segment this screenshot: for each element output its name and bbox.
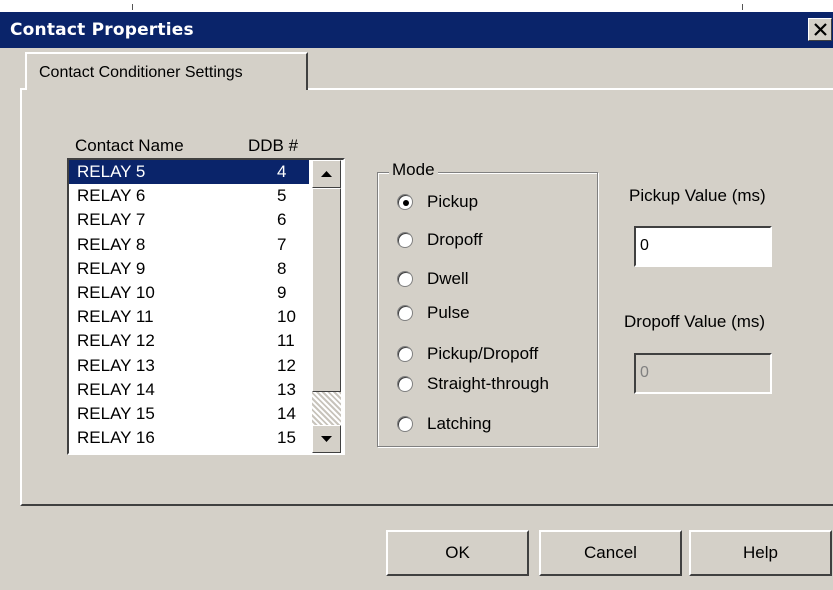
contact-name: RELAY 13 [77,355,155,375]
radio-label: Straight-through [427,374,549,393]
contact-name: RELAY 7 [77,210,146,230]
contact-name: RELAY 10 [77,282,155,302]
pickup-value-input[interactable]: 0 [634,226,772,267]
radio-circle-icon[interactable] [397,194,413,210]
contact-name: RELAY 14 [77,379,155,399]
ddb-number: 4 [277,162,287,181]
top-edge [0,0,833,12]
scroll-track[interactable] [312,392,341,425]
ddb-number: 5 [277,186,287,206]
vertical-scrollbar[interactable] [312,160,341,453]
ddb-number: 11 [277,331,295,351]
contact-name: RELAY 11 [77,307,154,327]
contact-name: RELAY 16 [77,428,155,448]
radio-circle-icon[interactable] [397,376,413,392]
mode-group-label: Mode [389,160,438,180]
dropoff-value-input: 0 [634,353,772,394]
contact-name: RELAY 6 [77,186,146,206]
contact-name: RELAY 9 [77,258,146,278]
help-button[interactable]: Help [689,530,832,576]
scroll-up-button[interactable] [312,160,341,188]
ddb-number: 8 [277,258,287,278]
contact-name: RELAY 15 [77,403,155,423]
list-item[interactable]: RELAY 8 7 [69,233,309,257]
ddb-number-header: DDB # [248,136,299,155]
list-item[interactable]: RELAY 16 15 [69,426,309,450]
ddb-number: 7 [277,234,287,254]
ddb-number: 10 [277,307,296,327]
ddb-number: 13 [277,379,296,399]
title-bar: Contact Properties [0,12,833,48]
list-item[interactable]: RELAY 7 6 [69,208,309,232]
list-item[interactable]: RELAY 15 14 [69,402,309,426]
radio-circle-icon[interactable] [397,416,413,432]
pickup-value-label: Pickup Value (ms) [629,186,766,205]
radio-circle-icon[interactable] [397,271,413,287]
ddb-number: 12 [277,355,296,375]
radio-dot-icon [403,200,409,206]
arrow-up-icon [321,171,332,177]
list-item[interactable]: RELAY 9 8 [69,257,309,281]
radio-label: Pickup [427,192,479,211]
list-item[interactable]: RELAY 13 12 [69,354,309,378]
ddb-number: 15 [277,428,296,448]
cancel-button[interactable]: Cancel [539,530,682,576]
dropoff-value-label: Dropoff Value (ms) [624,312,766,331]
contact-name-header: Contact Name [75,136,184,155]
tab-label: Contact Conditioner Settings [39,64,243,81]
radio-circle-icon[interactable] [397,346,413,362]
list-item[interactable]: RELAY 14 13 [69,378,309,402]
list-item[interactable]: RELAY 5 4 [69,160,309,185]
radio-label: Pickup/Dropoff [427,344,539,363]
contact-name: RELAY 5 [77,162,146,181]
list-item[interactable]: RELAY 11 10 [69,305,309,329]
list-item[interactable]: RELAY 10 9 [69,281,309,305]
radio-circle-icon[interactable] [397,305,413,321]
contact-name: RELAY 8 [77,234,146,254]
tick-mark [132,4,133,10]
arrow-down-icon [321,436,332,442]
list-item[interactable]: RELAY 12 11 [69,329,309,353]
close-icon [814,23,827,36]
radio-label: Pulse [427,303,470,322]
scroll-down-button[interactable] [312,425,341,453]
radio-circle-icon[interactable] [397,232,413,248]
tab-contact-conditioner-settings[interactable]: Contact Conditioner Settings [25,52,308,90]
scroll-thumb[interactable] [312,188,341,392]
radio-label: Dropoff [427,230,483,249]
radio-label: Latching [427,414,492,433]
contact-listbox[interactable]: RELAY 5 4 RELAY 6 5 RELAY 7 6 RELAY 8 7 RELAY 9 8… [67,158,345,455]
close-button[interactable] [808,18,832,41]
dialog-title: Contact Properties [10,20,194,40]
ddb-number: 6 [277,210,287,230]
contact-list: RELAY 5 4 RELAY 6 5 RELAY 7 6 RELAY 8 7 RELAY 9 8… [69,160,309,453]
ok-button[interactable]: OK [386,530,529,576]
list-item[interactable]: RELAY 6 5 [69,184,309,208]
ddb-number: 14 [277,403,296,423]
ddb-number: 9 [277,282,287,302]
tick-mark [742,4,743,10]
contact-name: RELAY 12 [77,331,155,351]
radio-label: Dwell [427,269,469,288]
